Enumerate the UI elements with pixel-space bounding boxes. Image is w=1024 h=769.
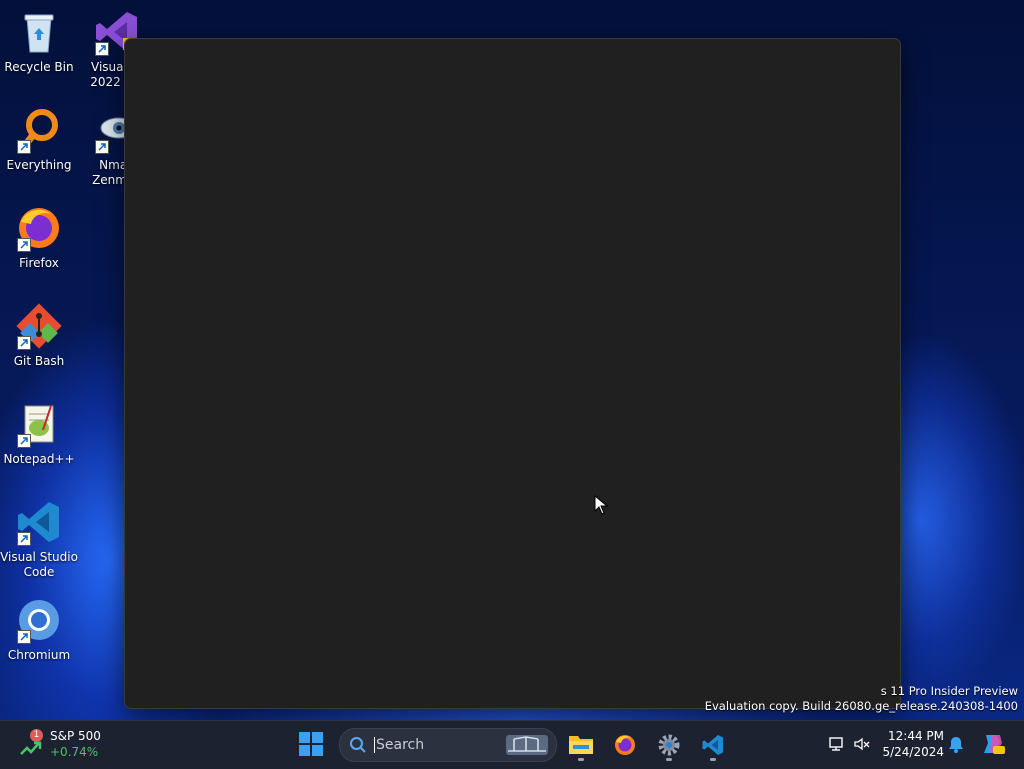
git-bash-icon	[15, 302, 63, 350]
stock-widget[interactable]: 1 S&P 500 +0.74%	[18, 727, 108, 763]
bell-icon	[949, 737, 963, 753]
taskbar-firefox[interactable]	[608, 725, 642, 765]
desktop-icon-git-bash[interactable]: Git Bash	[0, 302, 78, 369]
network-icon	[829, 737, 843, 751]
desktop-icon-notepad-plus-plus[interactable]: Notepad++	[0, 400, 78, 467]
desktop-icon-label: Everything	[6, 158, 72, 172]
notification-badge: 1	[30, 729, 43, 742]
taskbar-vscode[interactable]	[696, 725, 730, 765]
clock[interactable]: 12:44 PM 5/24/2024	[878, 729, 944, 761]
running-indicator	[666, 758, 672, 761]
bridge-highlight-icon	[506, 735, 548, 755]
desktop-icon-vscode[interactable]: Visual Studio Code	[0, 498, 78, 580]
watermark-edition: s 11 Pro Insider Preview	[880, 684, 1018, 698]
shortcut-arrow-icon	[17, 630, 31, 644]
desktop-icon-firefox[interactable]: Firefox	[0, 204, 78, 271]
windows-watermark: s 11 Pro Insider Preview Evaluation copy…	[705, 684, 1018, 714]
clock-time: 12:44 PM	[888, 729, 944, 743]
shortcut-arrow-icon	[17, 140, 31, 154]
taskbar-settings[interactable]	[652, 725, 686, 765]
widget-title: S&P 500	[50, 729, 101, 743]
clock-date: 5/24/2024	[882, 745, 944, 759]
vscode-icon	[15, 498, 63, 546]
search-icon	[350, 737, 366, 753]
desktop-icon-recycle-bin[interactable]: Recycle Bin	[0, 8, 78, 75]
desktop-icon-label: Firefox	[19, 256, 59, 270]
desktop-icon-label: Chromium	[7, 648, 71, 662]
shortcut-arrow-icon	[17, 238, 31, 252]
shortcut-arrow-icon	[17, 532, 31, 546]
taskbar: 1 S&P 500 +0.74% Search 12:44 PM 5/24/20…	[0, 720, 1024, 769]
volume-status[interactable]	[853, 735, 871, 753]
running-indicator	[578, 758, 584, 761]
widget-change: +0.74%	[50, 745, 99, 759]
blank-app-window[interactable]	[124, 38, 901, 709]
volume-muted-icon	[854, 737, 870, 751]
taskbar-search-box[interactable]: Search	[339, 728, 557, 762]
folder-icon	[569, 736, 593, 754]
desktop-icon-label: Git Bash	[13, 354, 65, 368]
chromium-icon	[15, 596, 63, 644]
desktop-icon-label: Notepad++	[3, 452, 75, 466]
start-button[interactable]	[298, 731, 326, 759]
shortcut-arrow-icon	[95, 140, 109, 154]
notifications-button[interactable]	[948, 735, 966, 753]
desktop-icon-label: Recycle Bin	[4, 60, 74, 74]
watermark-build: Evaluation copy. Build 26080.ge_release.…	[704, 699, 1018, 713]
running-indicator	[710, 758, 716, 761]
desktop-icon-label: Visual Studio Code	[0, 550, 78, 579]
desktop-icon-chromium[interactable]: Chromium	[0, 596, 78, 663]
recycle-bin-icon	[15, 8, 63, 56]
vscode-icon	[702, 735, 723, 755]
mouse-pointer-icon	[594, 494, 609, 519]
copilot-button[interactable]	[980, 731, 1006, 757]
desktop-icon-everything[interactable]: Everything	[0, 106, 78, 173]
search-placeholder: Search	[376, 737, 425, 753]
firefox-icon	[615, 735, 635, 755]
firefox-icon	[15, 204, 63, 252]
shortcut-arrow-icon	[17, 434, 31, 448]
network-status[interactable]	[828, 735, 846, 753]
notepad-plus-plus-icon	[15, 400, 63, 448]
copilot-icon	[984, 735, 1005, 754]
taskbar-file-explorer[interactable]	[564, 725, 598, 765]
windows-logo-icon	[299, 732, 323, 756]
gear-icon	[658, 734, 680, 756]
text-caret	[374, 737, 375, 753]
everything-search-icon	[15, 106, 63, 154]
shortcut-arrow-icon	[95, 42, 109, 56]
shortcut-arrow-icon	[17, 336, 31, 350]
